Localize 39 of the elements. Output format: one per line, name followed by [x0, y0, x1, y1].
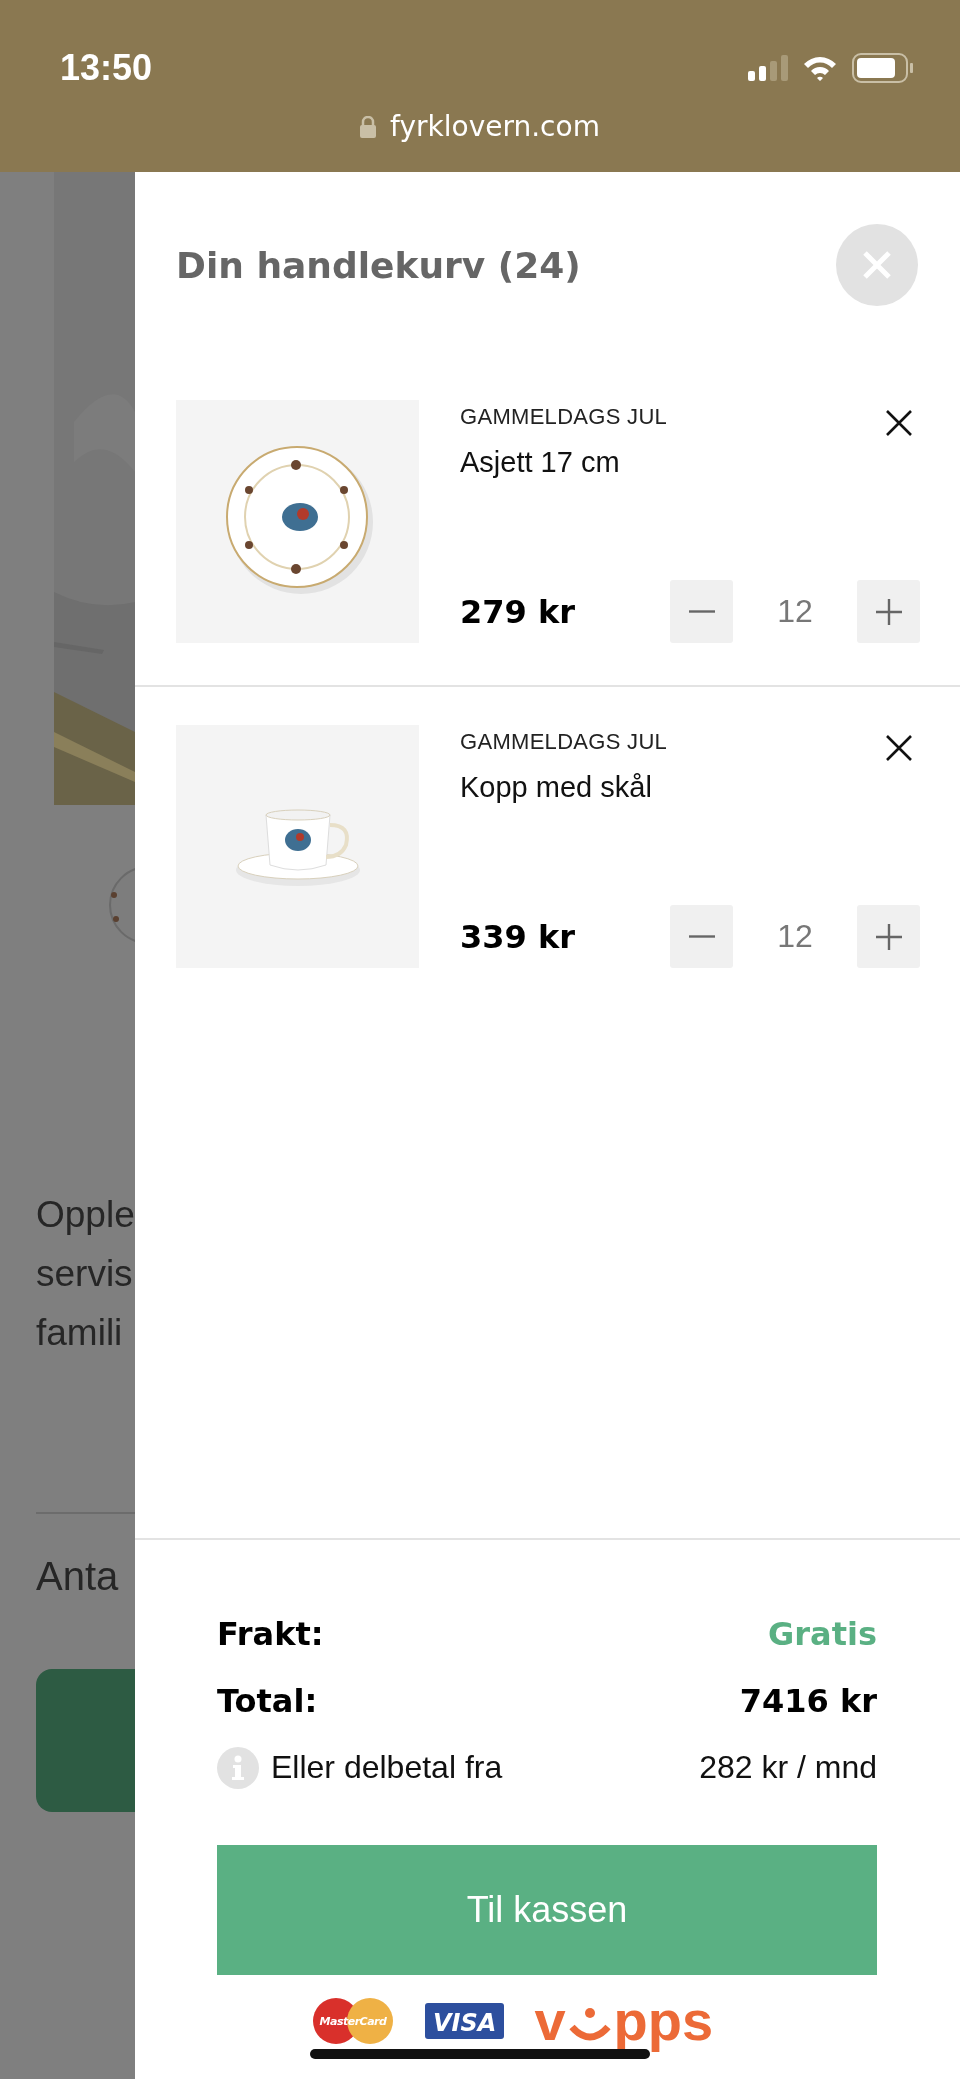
installment-label: Eller delbetal fra [271, 1749, 503, 1786]
increase-button[interactable] [857, 905, 920, 968]
summary-value: Gratis [768, 1614, 877, 1653]
plus-icon [875, 598, 902, 625]
wifi-icon [802, 54, 838, 82]
product-price: 279 kr [460, 592, 576, 631]
visa-logo: VISA [425, 2003, 505, 2039]
cart-title: Din handlekurv (24) [176, 244, 581, 286]
decrease-button[interactable] [670, 580, 733, 643]
plus-icon [875, 923, 902, 950]
clock-time: 13:50 [60, 47, 153, 89]
close-icon [862, 250, 892, 280]
close-icon [884, 733, 914, 763]
product-category: GAMMELDAGS JUL [460, 729, 668, 755]
total-label: Total: [217, 1681, 318, 1720]
lock-icon [360, 115, 377, 138]
battery-icon [852, 53, 914, 83]
close-icon [884, 408, 914, 438]
remove-button[interactable] [884, 733, 914, 763]
description-text: Opple servis famili [36, 1193, 135, 1355]
summary-value: 282 kr / mnd [699, 1749, 877, 1786]
minus-icon [688, 935, 715, 938]
add-to-cart-button[interactable] [36, 1669, 135, 1812]
info-icon[interactable] [217, 1746, 259, 1789]
product-name[interactable]: Kopp med skål [460, 771, 652, 804]
product-name[interactable]: Asjett 17 cm [460, 446, 620, 479]
decrease-button[interactable] [670, 905, 733, 968]
remove-button[interactable] [884, 408, 914, 438]
increase-button[interactable] [857, 580, 920, 643]
product-price: 339 kr [460, 917, 576, 956]
quantity-value: 12 [776, 918, 814, 955]
product-category: GAMMELDAGS JUL [460, 404, 668, 430]
quantity-label: Anta [36, 1554, 120, 1599]
url-text[interactable]: fyrklovern.com [390, 110, 600, 143]
shipping-label: Frakt: [217, 1614, 324, 1653]
summary-value: 7416 kr [739, 1681, 877, 1720]
minus-icon [688, 610, 715, 613]
signal-icon [748, 55, 788, 81]
quantity-value: 12 [776, 593, 814, 630]
